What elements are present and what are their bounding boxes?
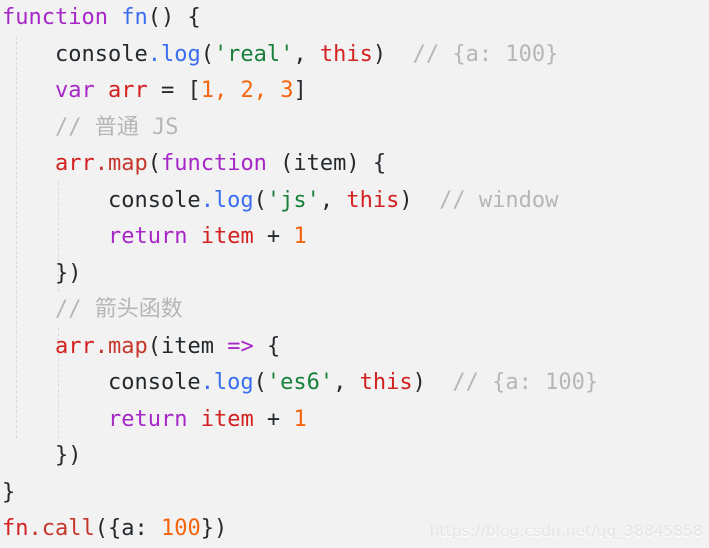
code-line[interactable]: })	[0, 256, 709, 293]
code-token-prop: .map	[94, 151, 148, 176]
code-line[interactable]: // 普通 JS	[0, 110, 709, 147]
code-token-plain: )	[399, 187, 413, 213]
code-token-var: arr	[107, 78, 148, 103]
code-line[interactable]: // 箭头函数	[0, 292, 709, 329]
code-line[interactable]: function fn() {	[0, 0, 709, 37]
code-token-plain: console	[2, 41, 148, 67]
code-line[interactable]: console.log('real', this) // {a: 100}	[0, 37, 709, 74]
code-token-plain: console	[2, 370, 201, 395]
code-token-plain: (item	[147, 333, 228, 359]
code-token-plain: )	[412, 370, 426, 395]
code-token-num: 2	[240, 78, 254, 103]
code-token-str: 'es6'	[266, 370, 334, 395]
code-line[interactable]: arr.map(function (item) {	[0, 146, 709, 183]
code-token-kw: var	[54, 78, 95, 103]
code-token-plain: (	[147, 151, 161, 176]
code-token-plain: console	[2, 187, 201, 213]
code-token-plain: ({a:	[94, 516, 161, 541]
code-token-str: 'js'	[266, 187, 320, 213]
code-token-method: .log	[200, 370, 254, 395]
code-token-var: fn	[2, 516, 29, 541]
code-token-plain: ,	[333, 370, 360, 395]
code-block[interactable]: function fn() { console.log('real', this…	[0, 0, 709, 546]
code-token-num: 1	[200, 78, 214, 103]
code-line[interactable]: return item + 1	[0, 219, 709, 256]
code-token-plain: })	[2, 443, 82, 468]
code-token-plain: +	[253, 406, 294, 432]
code-token-plain: = [	[147, 78, 201, 103]
code-token-var: arr	[54, 151, 95, 176]
watermark: https://blog.csdn.net/qq_38845858	[429, 522, 703, 540]
code-token-num: 100	[160, 516, 201, 541]
code-line[interactable]: return item + 1	[0, 402, 709, 439]
code-token-comment: // {a: 100}	[425, 370, 599, 395]
code-token-var: this	[346, 187, 400, 213]
code-token-comment: // 箭头函数	[54, 297, 183, 322]
code-token-plain: )	[372, 41, 387, 67]
code-token-comment: // 普通 JS	[54, 114, 179, 140]
code-line[interactable]: arr.map(item => {	[0, 329, 709, 366]
code-token-kw: function	[160, 151, 267, 176]
code-token-kw: return	[107, 406, 188, 432]
code-token-plain: +	[253, 224, 294, 249]
code-token-var: this	[319, 41, 373, 67]
code-token-num: ,	[213, 78, 241, 103]
code-token-plain: }	[2, 479, 16, 505]
code-line[interactable]: })	[0, 438, 709, 475]
code-token-comment: // {a: 100}	[386, 41, 559, 67]
code-token-prop: .map	[94, 333, 148, 359]
code-token-var: item	[200, 406, 254, 432]
code-token-kw: return	[107, 224, 188, 249]
code-token-plain: })	[2, 260, 82, 286]
code-token-kw: =>	[227, 333, 254, 359]
code-token-prop: .call	[28, 516, 95, 541]
code-line[interactable]: console.log('js', this) // window	[0, 183, 709, 220]
code-token-num: ,	[253, 78, 281, 103]
code-token-plain: ]	[293, 78, 307, 103]
code-line[interactable]: var arr = [1, 2, 3]	[0, 73, 709, 110]
code-lines-container: function fn() { console.log('real', this…	[0, 0, 709, 548]
code-token-plain: () {	[147, 5, 201, 30]
code-token-comment: // window	[412, 187, 559, 213]
code-token-plain: })	[200, 516, 228, 541]
code-token-method: .log	[147, 41, 201, 67]
code-token-plain: ,	[293, 41, 320, 67]
code-token-var: item	[200, 224, 254, 249]
code-line[interactable]: }	[0, 475, 709, 512]
code-token-method: .log	[200, 187, 254, 213]
code-token-str: 'real'	[213, 41, 294, 67]
code-token-plain: (item) {	[266, 151, 387, 176]
code-token-plain: ,	[319, 187, 347, 213]
code-line[interactable]: console.log('es6', this) // {a: 100}	[0, 365, 709, 402]
code-token-num: 1	[293, 224, 307, 249]
code-token-plain: (	[253, 187, 267, 213]
code-token-fname: fn	[121, 5, 148, 30]
code-token-var: this	[359, 370, 413, 395]
code-token-var: arr	[54, 333, 95, 359]
code-token-plain: (	[253, 370, 267, 395]
code-token-num: 3	[280, 78, 294, 103]
code-token-kw: function	[2, 5, 108, 30]
code-token-plain: {	[253, 333, 281, 359]
code-token-plain: (	[200, 41, 214, 67]
code-token-num: 1	[293, 406, 307, 432]
